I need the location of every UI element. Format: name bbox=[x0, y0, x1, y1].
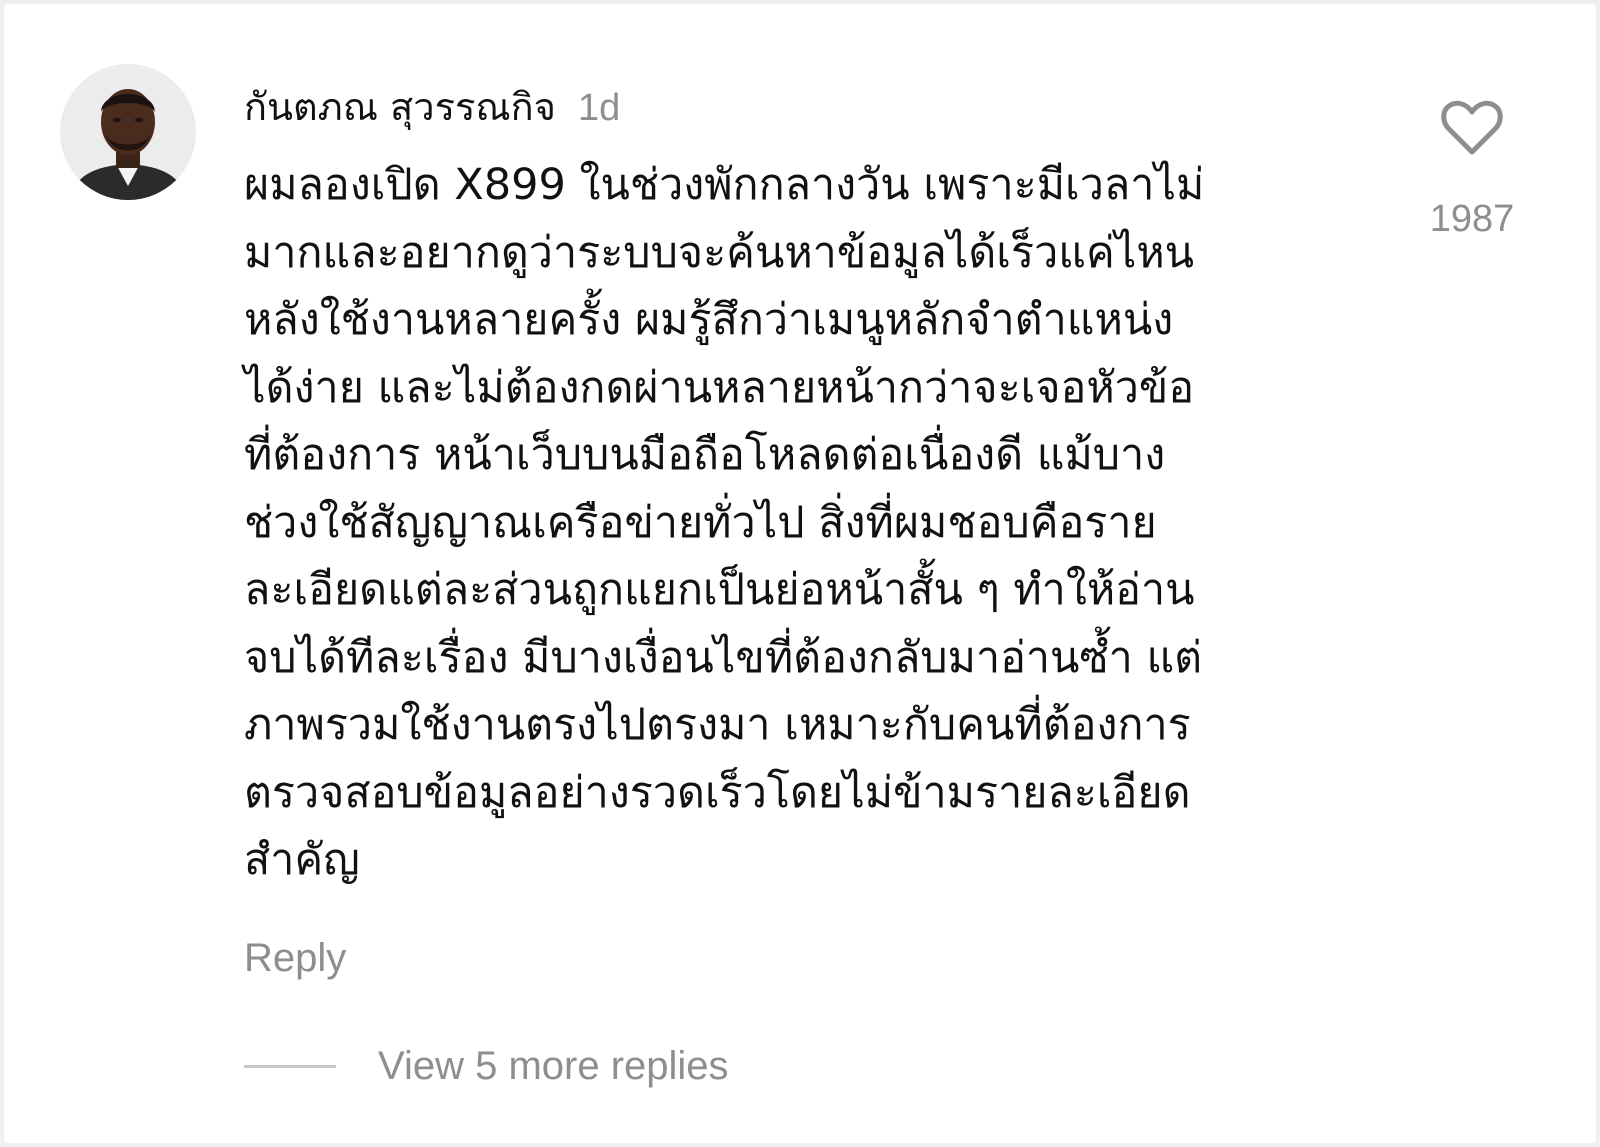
avatar[interactable] bbox=[60, 64, 196, 200]
view-more-replies-label[interactable]: View 5 more replies bbox=[378, 1044, 729, 1089]
username[interactable]: กันตภณ สุวรรณกิจ bbox=[244, 76, 556, 137]
like-area: 1987 bbox=[1424, 100, 1520, 241]
timestamp: 1d bbox=[577, 87, 621, 129]
replies-divider bbox=[244, 1065, 336, 1068]
comment-header: กันตภณ สุวรรณกิจ 1d bbox=[244, 76, 621, 129]
like-count: 1987 bbox=[1429, 198, 1515, 240]
comment-card: กันตภณ สุวรรณกิจ 1d ผมลองเปิด X899 ในช่ว… bbox=[4, 4, 1596, 1143]
heart-outline-icon[interactable] bbox=[1441, 100, 1503, 156]
reply-button[interactable]: Reply bbox=[244, 936, 346, 981]
comment-text: ผมลองเปิด X899 ในช่วงพักกลางวัน เพราะมีเ… bbox=[244, 160, 1205, 885]
avatar-portrait bbox=[60, 64, 196, 200]
view-more-replies-button[interactable]: View 5 more replies bbox=[244, 1044, 729, 1089]
